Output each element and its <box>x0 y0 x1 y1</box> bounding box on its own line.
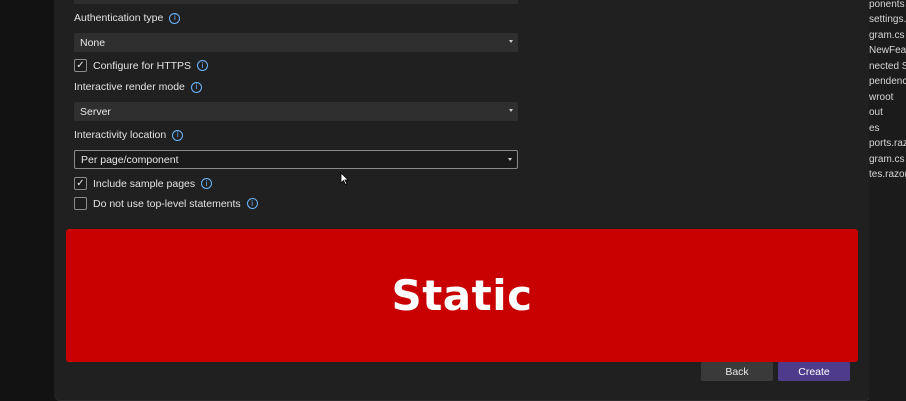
authentication-type-text: Authentication type <box>74 12 164 24</box>
authentication-type-label: Authentication type i <box>74 12 181 24</box>
interactivity-location-value: Per page/component <box>81 153 179 166</box>
top-level-statements-label: Do not use top-level statements <box>93 197 241 210</box>
interactivity-location-select[interactable]: Per page/component <box>74 150 518 169</box>
solution-item[interactable]: tes.razor <box>869 169 906 180</box>
authentication-type-value: None <box>80 36 106 49</box>
solution-item[interactable]: out <box>869 107 883 118</box>
info-icon[interactable]: i <box>190 81 202 93</box>
create-button[interactable]: Create <box>778 362 850 381</box>
info-icon[interactable]: i <box>172 129 184 141</box>
solution-item[interactable]: nected S <box>869 61 906 72</box>
interactive-render-mode-select[interactable]: Server <box>74 102 518 121</box>
interactive-render-mode-value: Server <box>80 105 111 118</box>
chevron-down-icon <box>508 158 512 161</box>
info-icon[interactable]: i <box>169 12 181 24</box>
static-banner: Static <box>66 229 858 362</box>
solution-item[interactable]: ports.razo <box>869 138 906 149</box>
solution-item[interactable]: pendencie <box>869 76 906 87</box>
solution-item[interactable]: wroot <box>869 92 893 103</box>
include-sample-pages-checkbox[interactable]: ✓ <box>74 177 87 190</box>
configure-https-option[interactable]: ✓ Configure for HTTPS i <box>74 59 209 72</box>
interactive-render-mode-text: Interactive render mode <box>74 81 185 93</box>
info-icon[interactable]: i <box>197 60 209 71</box>
back-button[interactable]: Back <box>701 362 773 381</box>
solution-item[interactable]: gram.cs <box>869 154 905 165</box>
solution-item[interactable]: settings.j <box>869 14 906 25</box>
solution-explorer-panel: ponents settings.j gram.cs NewFeatu nect… <box>869 0 906 401</box>
info-icon[interactable]: i <box>246 198 258 209</box>
mouse-cursor-icon <box>340 172 349 185</box>
solution-item[interactable]: es <box>869 123 880 134</box>
interactivity-location-label: Interactivity location i <box>74 129 184 141</box>
banner-text: Static <box>391 271 533 320</box>
info-icon[interactable]: i <box>201 178 213 189</box>
chevron-down-icon <box>509 109 513 112</box>
interactive-render-mode-label: Interactive render mode i <box>74 81 202 93</box>
chevron-down-icon <box>509 40 513 43</box>
include-sample-pages-option[interactable]: ✓ Include sample pages i <box>74 177 213 190</box>
top-cropped-field[interactable] <box>74 0 518 4</box>
configure-https-checkbox[interactable]: ✓ <box>74 59 87 72</box>
top-level-statements-checkbox[interactable] <box>74 197 87 210</box>
configure-https-label: Configure for HTTPS <box>93 59 192 72</box>
top-level-statements-option[interactable]: Do not use top-level statements i <box>74 197 258 210</box>
solution-item[interactable]: gram.cs <box>869 30 905 41</box>
include-sample-pages-label: Include sample pages <box>93 177 196 190</box>
authentication-type-select[interactable]: None <box>74 33 518 52</box>
solution-item[interactable]: NewFeatu <box>869 45 906 56</box>
solution-item[interactable]: ponents <box>869 0 905 10</box>
interactivity-location-text: Interactivity location <box>74 129 167 141</box>
